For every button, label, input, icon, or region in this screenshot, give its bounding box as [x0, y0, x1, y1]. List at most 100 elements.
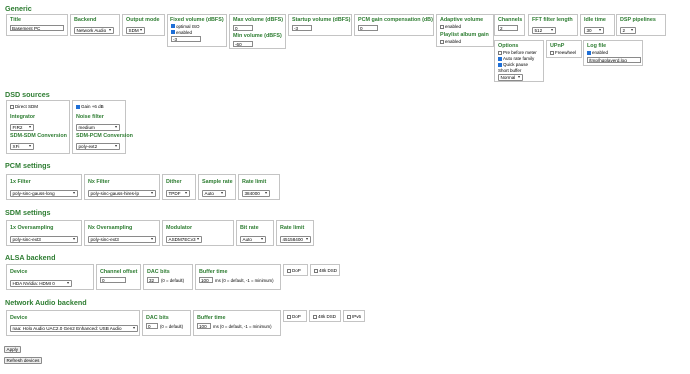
- log-file-panel: Log file enabled /tmp/hqplayerd.log: [583, 40, 643, 66]
- playlist-gain-checkbox[interactable]: [440, 39, 444, 44]
- pcm-rate-limit-select[interactable]: 384000 ▼: [242, 190, 270, 197]
- auto-rate-family-checkbox[interactable]: [498, 56, 502, 61]
- chevron-down-icon: ▼: [220, 191, 224, 196]
- optimal-iso-checkbox[interactable]: [171, 24, 175, 28]
- integrator-select[interactable]: FIR2 ▼: [10, 124, 34, 131]
- backend-select[interactable]: Network Audio ▼: [74, 27, 114, 34]
- dsd-right-panel: Gain +6 dB Noise filter medium ▼ SDM-PCM …: [72, 100, 133, 154]
- freewheel-label: Freewheel: [555, 50, 577, 55]
- alsa-device-value: HDA NVidia: HDMI 0: [12, 281, 55, 286]
- log-enabled-label: enabled: [592, 50, 609, 55]
- sdm-1x-select[interactable]: poly-sinc-ext3 ▼: [10, 236, 78, 243]
- alsa-device-panel: Device HDA NVidia: HDMI 0 ▼: [6, 264, 94, 290]
- max-min-volume-panel: Max volume (dBFS) 0 Min volume (dBFS) -6…: [229, 14, 286, 49]
- backend-panel: Backend Network Audio ▼: [70, 14, 120, 36]
- auto-rate-family-label: Auto rate family: [503, 56, 535, 61]
- channels-input[interactable]: 2: [498, 25, 518, 31]
- sample-rate-label: Sample rate: [202, 179, 233, 185]
- output-mode-panel: Output mode SDM ▼: [122, 14, 165, 36]
- max-volume-label: Max volume (dBFS): [233, 17, 284, 23]
- pcm-nx-filter-select[interactable]: poly-sinc-gauss-hires-lp ▼: [88, 190, 156, 197]
- noise-filter-select[interactable]: medium ▼: [76, 124, 120, 131]
- na-48k-checkbox[interactable]: [313, 314, 317, 319]
- adaptive-volume-label: Adaptive volume: [440, 17, 484, 23]
- log-enabled-checkbox[interactable]: [587, 50, 591, 55]
- pcm-rate-limit-value: 384000: [244, 191, 260, 196]
- idle-time-select[interactable]: 30 ▼: [584, 27, 604, 34]
- sdm-nx-value: poly-sinc-ext3: [90, 237, 119, 242]
- chevron-down-icon: ▼: [264, 191, 268, 196]
- chevron-down-icon: ▼: [150, 237, 154, 242]
- alsa-dac-bits-input[interactable]: 32: [147, 277, 159, 283]
- adaptive-volume-checkbox[interactable]: [440, 24, 444, 29]
- section-network-audio-heading: Network Audio backend: [5, 298, 87, 307]
- alsa-dop-panel: DoP: [283, 264, 308, 276]
- min-volume-input[interactable]: -60: [233, 41, 253, 47]
- chevron-down-icon: ▼: [139, 28, 143, 33]
- section-sdm-heading: SDM settings: [5, 208, 51, 217]
- dsp-pipelines-select[interactable]: 2 ▼: [620, 27, 636, 34]
- alsa-device-select[interactable]: HDA NVidia: HDMI 0 ▼: [10, 280, 72, 287]
- alsa-48k-checkbox[interactable]: [314, 268, 318, 273]
- bit-rate-label: Bit rate: [240, 225, 259, 231]
- pcm-conversion-select[interactable]: poly-ext2 ▼: [76, 143, 120, 150]
- bit-rate-value: Auto: [242, 237, 252, 242]
- pcm-1x-filter-select[interactable]: poly-sinc-gauss-long ▼: [10, 190, 78, 197]
- quick-pause-checkbox[interactable]: [498, 62, 502, 67]
- bit-rate-select[interactable]: Auto ▼: [240, 236, 266, 243]
- chevron-down-icon: ▼: [598, 28, 602, 33]
- chevron-down-icon: ▼: [517, 75, 521, 80]
- modulator-select[interactable]: ASDM7ECv3 ▼: [166, 236, 202, 243]
- alsa-48k-label: 48k DSD: [319, 268, 338, 273]
- alsa-dop-label: DoP: [292, 268, 301, 273]
- sdm-1x-panel: 1x Oversampling poly-sinc-ext3 ▼: [6, 220, 82, 246]
- dither-panel: Dither TPDF ▼: [162, 174, 196, 200]
- sdm-conversion-label: SDM-SDM Conversion: [10, 133, 67, 139]
- dither-select[interactable]: TPDF ▼: [166, 190, 190, 197]
- modulator-panel: Modulator ASDM7ECv3 ▼: [162, 220, 234, 246]
- direct-sdm-checkbox[interactable]: [10, 104, 14, 109]
- alsa-buffer-hint: ms (0 = default, -1 = minimum): [215, 277, 274, 283]
- na-ipv6-checkbox[interactable]: [347, 314, 351, 319]
- title-input[interactable]: Basement PC: [10, 25, 64, 31]
- freewheel-checkbox[interactable]: [550, 50, 554, 55]
- fft-select[interactable]: 512 ▼: [532, 27, 556, 34]
- sdm-conversion-select[interactable]: XFi ▼: [10, 143, 34, 150]
- sdm-nx-panel: Nx Oversampling poly-sinc-ext3 ▼: [84, 220, 160, 246]
- sample-rate-select[interactable]: Auto ▼: [202, 190, 226, 197]
- pcm-conversion-value: poly-ext2: [78, 144, 98, 149]
- sdm-rate-limit-value: 45158400: [282, 237, 303, 242]
- pcm-rate-limit-panel: Rate limit 384000 ▼: [238, 174, 280, 200]
- na-device-select[interactable]: naa: Holo Audio UAC2.0 Gen2 Enhanced: US…: [10, 325, 138, 332]
- chevron-down-icon: ▼: [72, 191, 76, 196]
- max-volume-input[interactable]: 0: [233, 25, 253, 31]
- output-mode-select[interactable]: SDM ▼: [126, 27, 145, 34]
- dsd-left-panel: Direct SDM Integrator FIR2 ▼ SDM-SDM Conv…: [6, 100, 70, 154]
- alsa-buffer-label: Buffer time: [199, 269, 228, 275]
- gain-checkbox[interactable]: [76, 104, 80, 109]
- idle-time-panel: Idle time 30 ▼: [580, 14, 615, 36]
- chevron-down-icon: ▼: [114, 125, 118, 130]
- alsa-buffer-input[interactable]: 100: [199, 277, 213, 283]
- chevron-down-icon: ▼: [305, 237, 309, 242]
- dsp-pipelines-label: DSP pipelines: [620, 17, 656, 23]
- sdm-nx-select[interactable]: poly-sinc-ext3 ▼: [88, 236, 156, 243]
- fixed-volume-input[interactable]: -3: [171, 36, 201, 42]
- pcm-gain-input[interactable]: 0: [358, 25, 378, 31]
- chevron-down-icon: ▼: [150, 191, 154, 196]
- dither-value: TPDF: [168, 191, 181, 196]
- alsa-dop-checkbox[interactable]: [287, 268, 291, 273]
- na-dop-checkbox[interactable]: [287, 314, 291, 319]
- pre-before-meter-checkbox[interactable]: [498, 50, 502, 55]
- channel-offset-input[interactable]: 0: [100, 277, 126, 283]
- refresh-devices-button[interactable]: Refresh devices: [4, 357, 42, 364]
- short-buffer-select[interactable]: Normal ▼: [498, 74, 523, 81]
- pre-before-meter-label: Pre before meter: [503, 50, 537, 55]
- sdm-rate-limit-select[interactable]: 45158400 ▼: [280, 236, 311, 243]
- startup-volume-input[interactable]: -3: [292, 25, 312, 31]
- na-dac-bits-input[interactable]: 0: [146, 323, 158, 329]
- apply-button[interactable]: Apply: [4, 346, 21, 353]
- fixed-volume-enabled-checkbox[interactable]: [171, 30, 175, 34]
- log-path-input[interactable]: /tmp/hqplayerd.log: [587, 57, 641, 63]
- na-buffer-input[interactable]: 100: [197, 323, 211, 329]
